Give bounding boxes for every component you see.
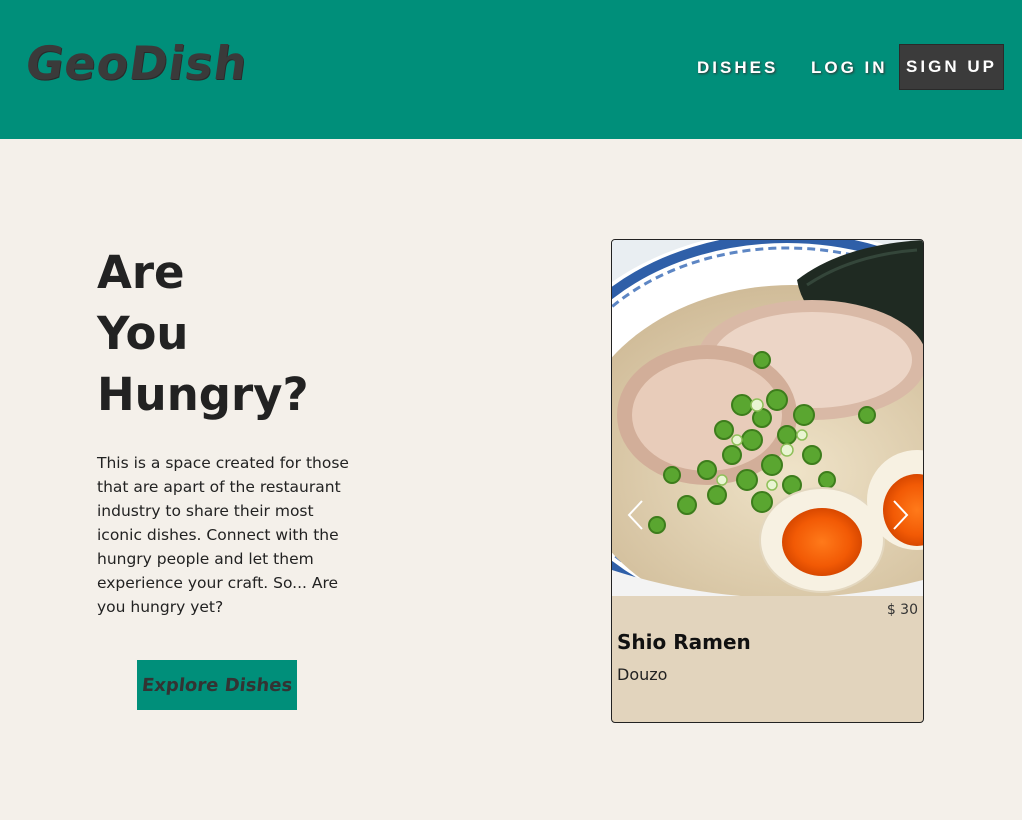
- dish-name[interactable]: Shio Ramen: [617, 630, 751, 654]
- hero-description: This is a space created for those that a…: [97, 454, 349, 616]
- explore-dishes-button[interactable]: Explore Dishes: [137, 660, 297, 710]
- dish-carousel-card[interactable]: $ 30 Shio Ramen Douzo: [611, 239, 924, 723]
- hero-title-line: Hungry?: [97, 368, 309, 421]
- signup-button[interactable]: SIGN UP: [899, 44, 1004, 90]
- restaurant-name: Douzo: [617, 665, 668, 684]
- explore-dishes-label: Explore Dishes: [140, 674, 294, 696]
- carousel-prev-icon[interactable]: [626, 498, 646, 532]
- carousel-next-icon[interactable]: [890, 498, 910, 532]
- dish-price: $ 30: [886, 602, 918, 618]
- hero-title: Are You Hungry?: [97, 242, 397, 425]
- hero-title-line: You: [97, 307, 189, 360]
- ramen-bowl-photo: [612, 240, 923, 596]
- nav-dishes-link[interactable]: DISHES: [697, 58, 778, 78]
- nav-login-link[interactable]: LOG IN: [811, 58, 888, 78]
- navbar: GeoDish DISHES LOG IN SIGN UP: [0, 0, 1022, 139]
- hero-title-line: Are: [97, 246, 185, 299]
- site-logo[interactable]: GeoDish: [22, 36, 251, 90]
